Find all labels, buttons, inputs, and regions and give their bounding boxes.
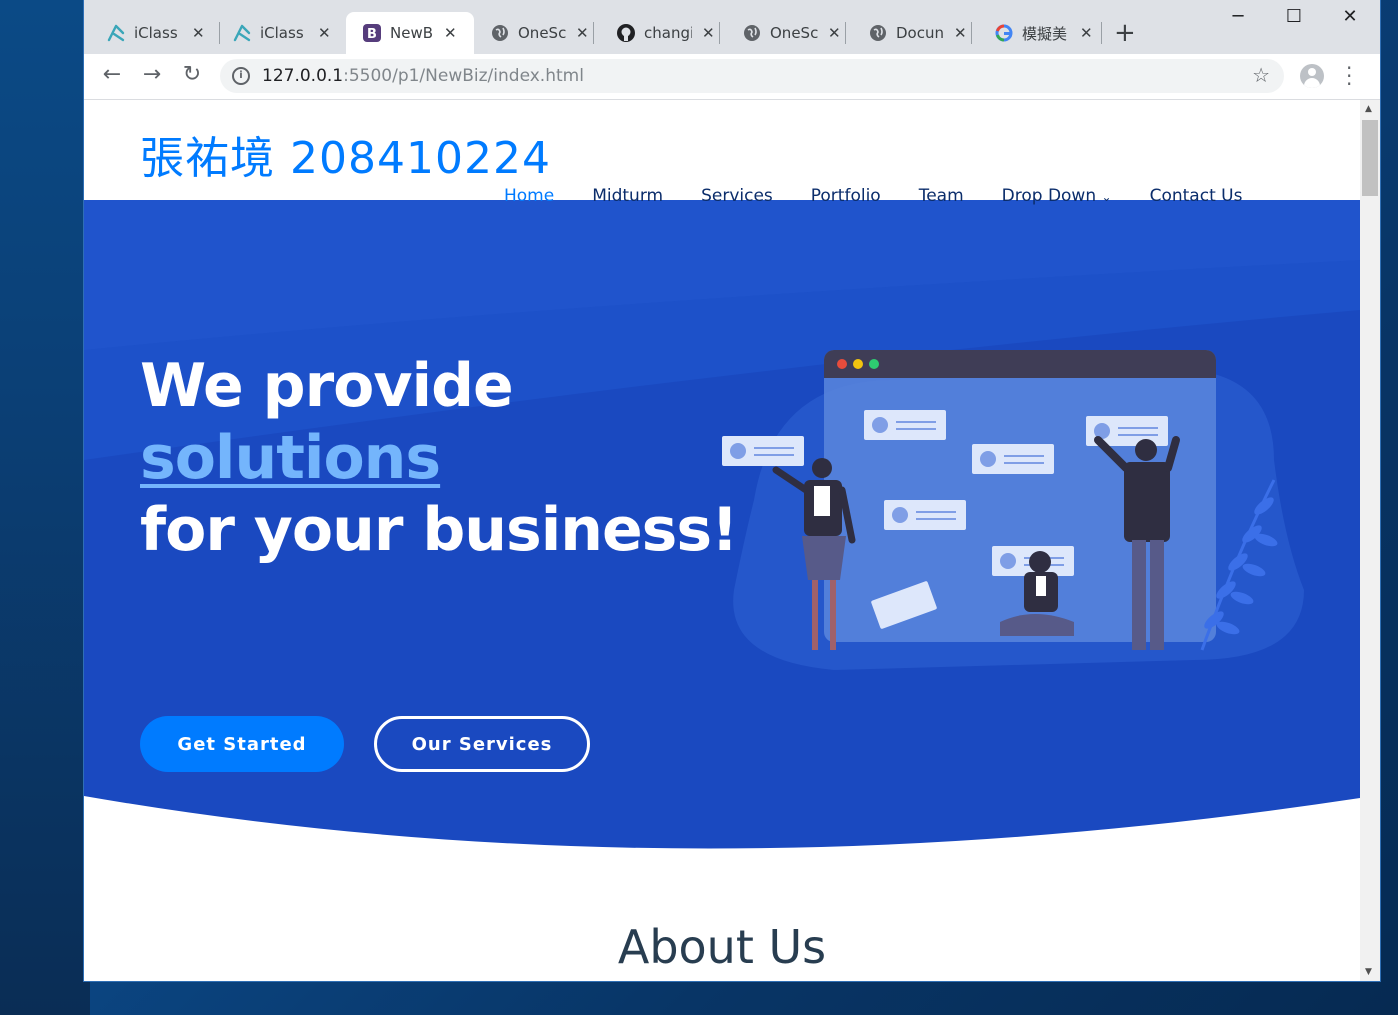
iclass-icon xyxy=(106,23,126,43)
close-icon[interactable]: ✕ xyxy=(828,24,841,42)
menu-kebab-icon[interactable]: · · · xyxy=(1346,58,1352,94)
tab-separator xyxy=(1101,22,1102,44)
nav-team[interactable]: Team xyxy=(919,186,964,206)
get-started-button[interactable]: Get Started xyxy=(140,716,344,772)
tab-title: OneSc xyxy=(770,24,818,42)
tab-title: iClass xyxy=(134,24,178,42)
tab-title: 模擬美 xyxy=(1022,24,1068,43)
hero-illustration xyxy=(722,350,1304,670)
tab-docs[interactable]: Docun ✕ xyxy=(846,14,972,52)
our-services-button[interactable]: Our Services xyxy=(374,716,590,772)
tab-google[interactable]: 模擬美 ✕ xyxy=(972,14,1102,52)
globe-icon xyxy=(868,23,888,43)
headline-line-3: for your business! xyxy=(140,495,738,565)
browser-window: iClass ✕ iClass ✕ B NewBi ✕ OneSc ✕ chan… xyxy=(84,0,1380,981)
url-text[interactable]: 127.0.0.1:5500/p1/NewBiz/index.html xyxy=(262,66,584,86)
page-viewport: We provide solutions for your business! … xyxy=(84,100,1360,981)
minimize-icon[interactable]: ─ xyxy=(1218,6,1258,27)
headline-accent: solutions xyxy=(140,423,441,493)
forward-arrow-icon[interactable]: → xyxy=(138,62,166,87)
nav-portfolio[interactable]: Portfolio xyxy=(811,186,881,206)
tab-title: NewBi xyxy=(390,24,434,42)
github-icon xyxy=(616,23,636,43)
maximize-icon[interactable]: ☐ xyxy=(1274,6,1314,27)
address-bar[interactable]: i 127.0.0.1:5500/p1/NewBiz/index.html ☆ xyxy=(220,59,1284,93)
close-icon[interactable]: ✕ xyxy=(1080,24,1093,42)
url-host: 127.0.0.1 xyxy=(262,66,344,86)
about-us-heading: About Us xyxy=(617,920,827,974)
nav-home[interactable]: Home xyxy=(504,186,554,206)
main-nav: Home Midturm Services Portfolio Team Dro… xyxy=(504,186,1280,206)
nav-contact-us[interactable]: Contact Us xyxy=(1150,186,1243,206)
tab-iclass-1[interactable]: iClass ✕ xyxy=(84,14,220,52)
close-icon[interactable]: ✕ xyxy=(192,24,205,42)
bookmark-star-icon[interactable]: ☆ xyxy=(1252,63,1270,87)
hero-section: We provide solutions for your business! … xyxy=(84,200,1360,850)
info-icon[interactable]: i xyxy=(232,67,250,85)
nav-midturm[interactable]: Midturm xyxy=(592,186,663,206)
google-icon xyxy=(994,23,1014,43)
new-tab-icon[interactable]: + xyxy=(1114,18,1136,48)
chevron-down-icon: ⌄ xyxy=(1101,190,1112,204)
page-scrollbar[interactable]: ▲ ▼ xyxy=(1360,100,1380,981)
bootstrap-icon: B xyxy=(362,23,382,43)
iclass-icon xyxy=(232,23,252,43)
tab-strip: iClass ✕ iClass ✕ B NewBi ✕ OneSc ✕ chan… xyxy=(84,0,1380,54)
profile-avatar-icon[interactable] xyxy=(1300,64,1324,88)
close-icon[interactable]: ✕ xyxy=(444,24,457,42)
nav-drop-down-label: Drop Down xyxy=(1001,186,1097,206)
site-header: 張祐境 208410224 Home Midturm Services Port… xyxy=(84,100,1360,206)
browser-toolbar: ← → ↻ i 127.0.0.1:5500/p1/NewBiz/index.h… xyxy=(84,54,1380,100)
tab-onesc-2[interactable]: OneSc ✕ xyxy=(720,14,846,52)
tab-title: OneSc xyxy=(518,24,566,42)
tab-newbiz[interactable]: B NewBi ✕ xyxy=(346,12,474,54)
desktop-background xyxy=(0,0,90,1015)
tab-title: Docun xyxy=(896,24,944,42)
tab-iclass-2[interactable]: iClass ✕ xyxy=(210,14,346,52)
scroll-up-arrow-icon[interactable]: ▲ xyxy=(1365,104,1372,114)
site-logo[interactable]: 張祐境 208410224 xyxy=(140,122,551,186)
globe-icon xyxy=(490,23,510,43)
close-icon[interactable]: ✕ xyxy=(318,24,331,42)
reload-icon[interactable]: ↻ xyxy=(178,62,206,87)
scrollbar-thumb[interactable] xyxy=(1362,120,1378,196)
globe-icon xyxy=(742,23,762,43)
scroll-down-arrow-icon[interactable]: ▼ xyxy=(1365,967,1372,977)
close-window-icon[interactable]: ✕ xyxy=(1330,6,1370,27)
svg-text:B: B xyxy=(367,27,377,42)
close-icon[interactable]: ✕ xyxy=(576,24,589,42)
tab-onesc-1[interactable]: OneSc ✕ xyxy=(468,14,594,52)
nav-services[interactable]: Services xyxy=(701,186,773,206)
tab-github[interactable]: changi ✕ xyxy=(594,14,720,52)
tab-title: iClass xyxy=(260,24,304,42)
back-arrow-icon[interactable]: ← xyxy=(98,62,126,87)
headline-line-1: We provide xyxy=(140,351,514,421)
url-path: :5500/p1/NewBiz/index.html xyxy=(343,66,584,86)
nav-drop-down[interactable]: Drop Down ⌄ xyxy=(1002,186,1112,206)
close-icon[interactable]: ✕ xyxy=(702,24,715,42)
hero-headline: We provide solutions for your business! xyxy=(140,350,738,566)
close-icon[interactable]: ✕ xyxy=(954,24,967,42)
tab-title: changi xyxy=(644,24,692,42)
